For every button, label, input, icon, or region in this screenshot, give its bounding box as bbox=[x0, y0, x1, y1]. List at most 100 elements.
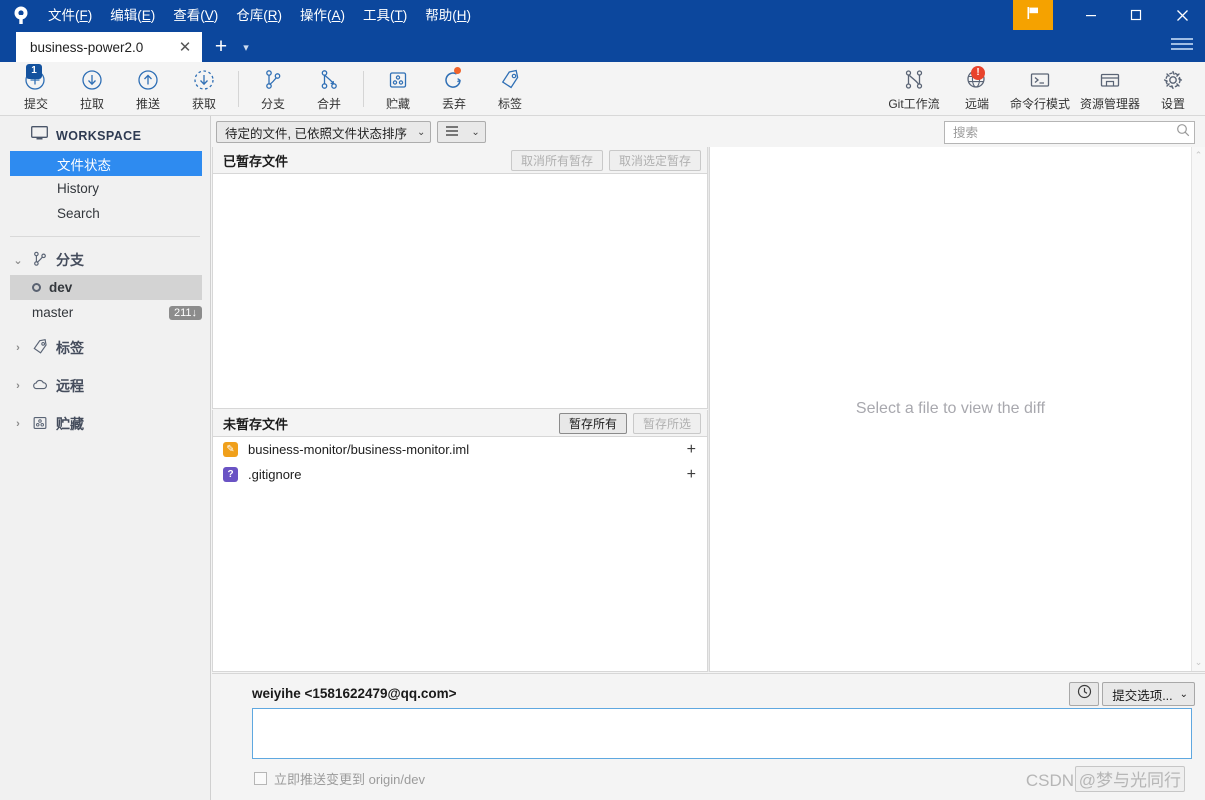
chevron-right-icon: › bbox=[16, 418, 20, 430]
fetch-dashed-arrow-icon bbox=[192, 67, 216, 93]
sidebar-group-branches[interactable]: ⌄ 分支 bbox=[0, 245, 210, 275]
push-immediately-row[interactable]: 立即推送变更到 origin/dev bbox=[254, 769, 425, 788]
menu-actions[interactable]: 操作(A) bbox=[292, 5, 353, 27]
toolbar-commit-button[interactable]: 1 提交 bbox=[8, 62, 64, 116]
toolbar-pull-label: 拉取 bbox=[79, 96, 104, 111]
toolbar-terminal-button[interactable]: 命令行模式 bbox=[1005, 62, 1075, 116]
toolbar-gitflow-button[interactable]: Git工作流 bbox=[879, 62, 949, 116]
close-button[interactable] bbox=[1159, 0, 1205, 30]
menu-repository[interactable]: 仓库(R) bbox=[228, 5, 290, 27]
chevron-down-icon: ⌄ bbox=[416, 126, 426, 138]
toolbar-tag-button[interactable]: 标签 bbox=[482, 62, 538, 116]
cloud-icon bbox=[31, 376, 49, 397]
maximize-button[interactable] bbox=[1113, 0, 1159, 30]
tab-list-dropdown-icon[interactable]: ▾ bbox=[234, 32, 258, 62]
tag-icon bbox=[31, 338, 49, 359]
commit-submit-button[interactable] bbox=[1075, 766, 1185, 792]
sidebar-divider bbox=[10, 236, 200, 237]
diff-scrollbar[interactable]: ⌃ ⌄ bbox=[1191, 147, 1205, 671]
maximize-icon bbox=[1130, 9, 1142, 21]
toolbar-stash-label: 贮藏 bbox=[385, 96, 410, 111]
menu-tools[interactable]: 工具(T) bbox=[355, 5, 415, 27]
diff-empty-message: Select a file to view the diff bbox=[855, 400, 1046, 417]
sidebar-item-search[interactable]: Search bbox=[0, 201, 210, 226]
toolbar-discard-button[interactable]: 丢弃 bbox=[426, 62, 482, 116]
toolbar-push-button[interactable]: 推送 bbox=[120, 62, 176, 116]
minimize-button[interactable] bbox=[1068, 0, 1114, 30]
toolbar-explorer-button[interactable]: 资源管理器 bbox=[1075, 62, 1145, 116]
commit-message-box[interactable] bbox=[252, 708, 1192, 759]
workspace-label: WORKSPACE bbox=[56, 129, 142, 143]
toolbar-pull-button[interactable]: 拉取 bbox=[64, 62, 120, 116]
toolbar-merge-label: 合并 bbox=[316, 96, 341, 111]
scroll-down-icon[interactable]: ⌄ bbox=[1195, 657, 1203, 668]
toolbar-settings-button[interactable]: 设置 bbox=[1145, 62, 1201, 116]
sidebar-branch-dev[interactable]: dev bbox=[10, 275, 202, 300]
staged-files-list[interactable] bbox=[213, 174, 707, 408]
toolbar-explorer-label: 资源管理器 bbox=[1079, 96, 1140, 111]
sidebar-item-history[interactable]: History bbox=[0, 176, 210, 201]
unstage-selected-button[interactable]: 取消选定暂存 bbox=[608, 149, 701, 171]
tab-close-icon[interactable]: ✕ bbox=[174, 36, 196, 58]
commit-message-input[interactable] bbox=[253, 709, 1191, 758]
menu-edit[interactable]: 编辑(E) bbox=[102, 5, 163, 27]
sidebar: WORKSPACE 文件状态 History Search ⌄ 分支 dev m… bbox=[0, 116, 211, 800]
unstage-all-button[interactable]: 取消所有暂存 bbox=[510, 149, 603, 171]
sourcetree-logo-icon bbox=[10, 5, 32, 27]
list-view-icon bbox=[445, 125, 459, 140]
branch-name: master bbox=[32, 305, 74, 320]
stage-all-button[interactable]: 暂存所有 bbox=[558, 412, 627, 434]
menu-file[interactable]: 文件(F) bbox=[40, 5, 100, 27]
stage-file-button[interactable]: + bbox=[684, 441, 699, 459]
toolbar-stash-button[interactable]: 贮藏 bbox=[370, 62, 426, 116]
menu-view[interactable]: 查看(V) bbox=[165, 5, 226, 27]
clock-icon bbox=[1077, 684, 1092, 704]
sidebar-group-stashes[interactable]: › 贮藏 bbox=[0, 409, 210, 439]
title-bar: 文件(F) 编辑(E) 查看(V) 仓库(R) 操作(A) 工具(T) 帮助(H… bbox=[0, 0, 1205, 62]
stage-file-button[interactable]: + bbox=[684, 466, 699, 484]
tab-label: business-power2.0 bbox=[30, 39, 144, 55]
table-row[interactable]: ? .gitignore + bbox=[213, 462, 707, 487]
new-tab-button[interactable]: + bbox=[208, 32, 234, 62]
stage-selected-button[interactable]: 暂存所选 bbox=[632, 412, 701, 434]
toolbar-remote-button[interactable]: ! 远端 bbox=[949, 62, 1005, 116]
menu-help[interactable]: 帮助(H) bbox=[417, 5, 479, 27]
commit-options-button[interactable]: 提交选项... ⌄ bbox=[1102, 682, 1195, 706]
commit-history-button[interactable] bbox=[1069, 682, 1099, 706]
toolbar-branch-button[interactable]: 分支 bbox=[245, 62, 301, 116]
discard-alert-dot bbox=[454, 66, 461, 74]
filter-bar: 待定的文件, 已依照文件状态排序 ⌄ ⌄ bbox=[212, 117, 1205, 147]
hamburger-menu-button[interactable] bbox=[1171, 34, 1195, 54]
sidebar-group-label: 分支 bbox=[56, 252, 84, 268]
toolbar-terminal-label: 命令行模式 bbox=[1009, 96, 1070, 111]
toolbar-separator bbox=[363, 71, 364, 107]
view-mode-dropdown[interactable]: ⌄ bbox=[437, 121, 486, 143]
terminal-icon bbox=[1028, 67, 1052, 93]
search-box[interactable] bbox=[944, 121, 1195, 144]
scroll-up-icon[interactable]: ⌃ bbox=[1195, 150, 1203, 161]
menu-bar: 文件(F) 编辑(E) 查看(V) 仓库(R) 操作(A) 工具(T) 帮助(H… bbox=[40, 5, 479, 27]
flag-button[interactable] bbox=[1013, 0, 1053, 30]
toolbar-fetch-button[interactable]: 获取 bbox=[176, 62, 232, 116]
toolbar-tag-label: 标签 bbox=[497, 96, 522, 111]
push-immediately-checkbox[interactable] bbox=[254, 772, 267, 785]
search-input[interactable] bbox=[953, 125, 1176, 140]
table-row[interactable]: ✎ business-monitor/business-monitor.iml … bbox=[213, 437, 707, 462]
close-icon bbox=[1176, 9, 1188, 21]
stash-icon bbox=[31, 414, 49, 435]
toolbar-right-group: Git工作流 ! 远端 命令行模式 资源管理器 设置 bbox=[879, 62, 1201, 116]
staged-panel-header: 已暂存文件 取消所有暂存 取消选定暂存 bbox=[213, 147, 707, 174]
file-sort-dropdown[interactable]: 待定的文件, 已依照文件状态排序 ⌄ bbox=[216, 121, 432, 143]
discard-refresh-icon bbox=[442, 66, 466, 93]
toolbar-commit-label: 提交 bbox=[23, 96, 48, 111]
commit-area: weiyihe <1581622479@qq.com> 提交选项... ⌄ 立即… bbox=[212, 673, 1205, 800]
unstaged-panel-header: 未暂存文件 暂存所有 暂存所选 bbox=[213, 410, 707, 437]
sidebar-group-tags[interactable]: › 标签 bbox=[0, 333, 210, 363]
merge-icon bbox=[317, 67, 341, 93]
toolbar-merge-button[interactable]: 合并 bbox=[301, 62, 357, 116]
sidebar-group-remotes[interactable]: › 远程 bbox=[0, 371, 210, 401]
sidebar-branch-master[interactable]: master 211↓ bbox=[0, 300, 210, 325]
workspace-header: WORKSPACE bbox=[0, 121, 210, 151]
tab-business-power2[interactable]: business-power2.0 ✕ bbox=[16, 32, 202, 62]
sidebar-item-file-status[interactable]: 文件状态 bbox=[10, 151, 202, 176]
